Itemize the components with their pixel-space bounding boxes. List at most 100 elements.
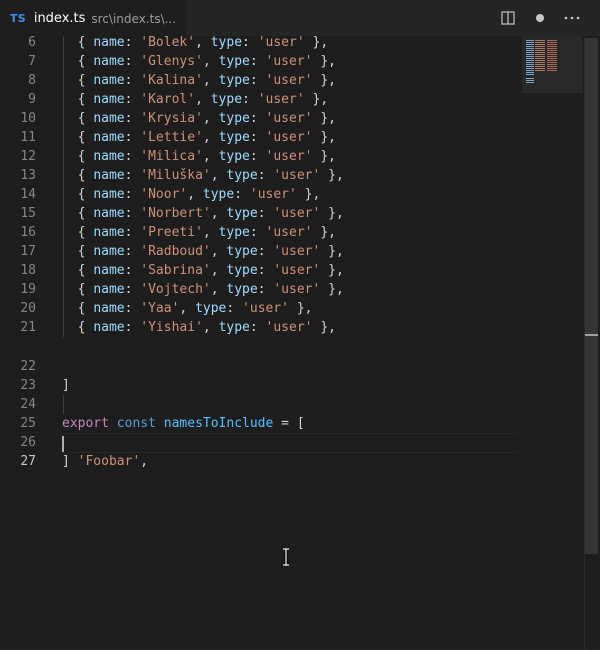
code-line-15: 15 { name: 'Norbert', type: 'user' },: [0, 204, 520, 223]
code-text: { name: 'Miluška', type: 'user' },: [62, 166, 344, 185]
close-brace: },: [304, 92, 329, 107]
property-type-key: type: [226, 206, 258, 221]
quote: ': [140, 149, 149, 164]
colon: :: [234, 187, 250, 202]
quote: ': [140, 111, 149, 126]
comma: ,: [210, 282, 227, 297]
scrollbar-thumb[interactable]: [585, 38, 598, 554]
code-text: { name: 'Radboud', type: 'user' },: [62, 242, 344, 261]
code-line-20: 20 { name: 'Yaa', type: 'user' },: [0, 299, 520, 318]
property-name-key: name: [93, 320, 125, 335]
name-string-value: Sabrina: [148, 263, 203, 278]
unsaved-dot-icon[interactable]: [524, 6, 556, 30]
comma: ,: [202, 54, 219, 69]
code-text: { name: 'Milica', type: 'user' },: [62, 147, 336, 166]
minimap-line: [526, 54, 534, 55]
code-text: { name: 'Kalina', type: 'user' },: [62, 71, 336, 90]
quote: ': [195, 54, 203, 69]
property-type-key: type: [218, 320, 250, 335]
code-text: { name: 'Karol', type: 'user' },: [62, 90, 329, 109]
property-name-key: name: [93, 130, 125, 145]
minimap-line: [526, 40, 534, 41]
comma: ,: [202, 149, 219, 164]
code-line-12: 12 { name: 'Milica', type: 'user' },: [0, 147, 520, 166]
split-editor-icon[interactable]: [492, 6, 524, 30]
comma: ,: [210, 244, 227, 259]
colon: :: [242, 36, 258, 50]
comma: ,: [210, 206, 227, 221]
colon: :: [124, 111, 141, 126]
minimap-line: [535, 64, 545, 65]
quote: ': [140, 168, 149, 183]
minimap-line: [526, 42, 534, 43]
code-line-26: 26 ]: [0, 414, 520, 469]
minimap-line: [547, 58, 557, 59]
minimap-line: [526, 58, 534, 59]
code-line-11: 11 { name: 'Lettie', type: 'user' },: [0, 128, 520, 147]
close-brace: },: [312, 111, 336, 126]
quote: ': [202, 282, 211, 297]
minimap-line: [547, 40, 557, 41]
code-line-8: 8 { name: 'Kalina', type: 'user' },: [0, 71, 520, 90]
minimap-line: [526, 44, 534, 45]
code-line-25: 25 'Foobar',: [0, 395, 520, 469]
line-number: 19: [20, 282, 36, 297]
line-number: 11: [20, 130, 36, 145]
close-brace: },: [312, 225, 336, 240]
name-string-value: Yishai: [148, 320, 196, 335]
type-string-value: 'user': [242, 301, 290, 316]
comma: ,: [195, 92, 211, 107]
code-line-24: 24 export const namesToInclude = [: [0, 376, 520, 431]
property-name-key: name: [93, 206, 125, 221]
minimap-line: [547, 52, 557, 53]
type-string-value: 'user': [273, 206, 321, 221]
property-type-key: type: [218, 149, 250, 164]
minimap-line: [526, 66, 534, 67]
colon: :: [124, 92, 141, 107]
line-number: 9: [28, 92, 36, 107]
code-line-10: 10 { name: 'Krysia', type: 'user' },: [0, 109, 520, 128]
quote: ': [195, 320, 203, 335]
minimap-line: [526, 48, 534, 49]
quote: ': [140, 225, 149, 240]
quote: ': [140, 187, 149, 202]
more-actions-icon[interactable]: [556, 6, 588, 30]
property-name-key: name: [93, 73, 125, 88]
minimap-line: [547, 44, 557, 45]
colon: :: [124, 168, 141, 183]
property-type-key: type: [226, 282, 258, 297]
minimap[interactable]: [520, 36, 584, 92]
type-string-value: 'user': [265, 73, 313, 88]
colon: :: [124, 263, 141, 278]
open-brace: {: [77, 225, 94, 240]
close-brace: },: [320, 206, 344, 221]
comma: ,: [202, 130, 219, 145]
comma: ,: [140, 454, 149, 469]
minimap-line: [526, 72, 534, 73]
quote: ': [140, 73, 149, 88]
close-brace: },: [312, 130, 336, 145]
code-text: 'Foobar',: [62, 452, 148, 471]
property-type-key: type: [195, 301, 227, 316]
minimap-line: [535, 44, 545, 45]
property-name-key: name: [93, 187, 125, 202]
tab-index-ts[interactable]: TS index.ts src\index.ts\...: [0, 0, 187, 36]
code-editor[interactable]: 6 { name: 'Bolek', type: 'user' }, 7 { na…: [0, 36, 584, 650]
name-string-value: Kalina: [148, 73, 196, 88]
open-brace: {: [77, 282, 94, 297]
line-number: 16: [20, 225, 36, 240]
line-number: 8: [28, 73, 36, 88]
minimap-line: [535, 62, 545, 63]
tab-filename: index.ts: [33, 11, 86, 26]
code-line-13: 13 { name: 'Miluška', type: 'user' },: [0, 166, 520, 185]
minimap-line: [526, 82, 534, 83]
comma: ,: [202, 225, 219, 240]
quote: ': [140, 130, 149, 145]
line-number: 17: [20, 244, 36, 259]
colon: :: [249, 130, 266, 145]
code-text: { name: 'Preeti', type: 'user' },: [62, 223, 336, 242]
colon: :: [257, 282, 274, 297]
open-brace: {: [77, 54, 94, 69]
quote: ': [140, 282, 149, 297]
property-name-key: name: [93, 168, 125, 183]
